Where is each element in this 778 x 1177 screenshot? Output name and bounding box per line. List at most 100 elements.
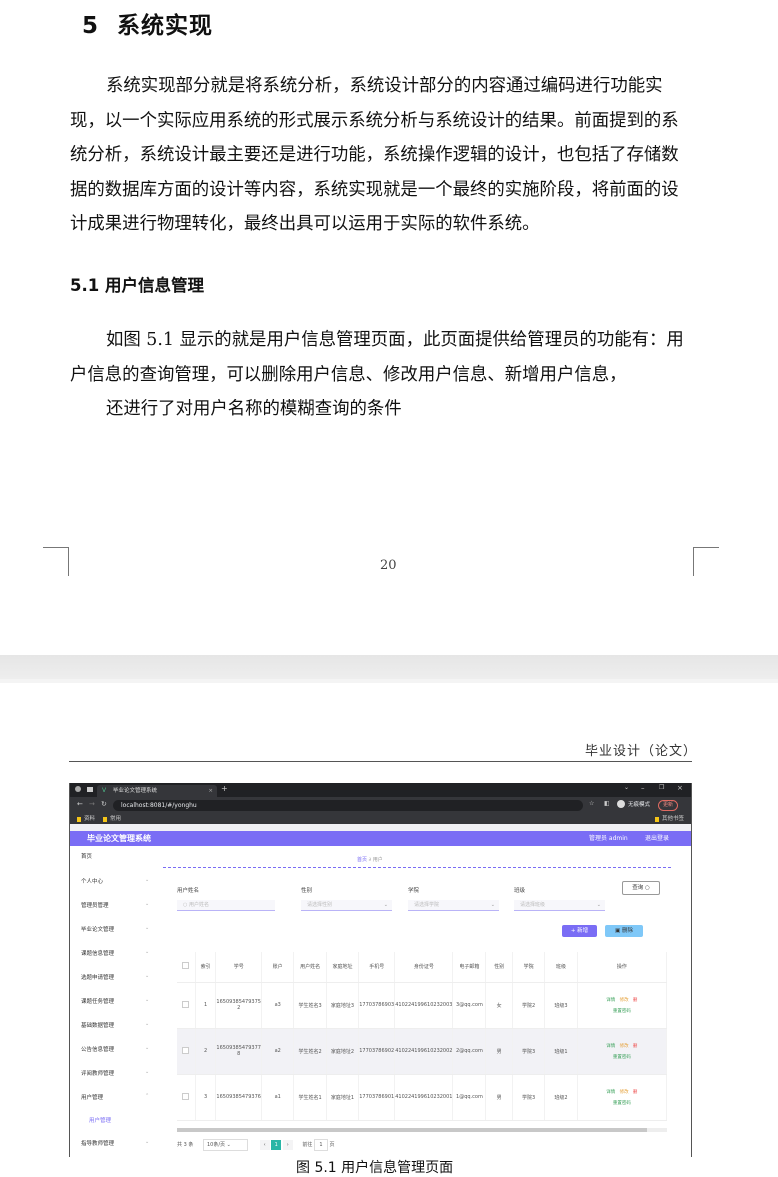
gender-select[interactable]: 请选择性别 ⌄	[301, 900, 392, 911]
intro-line: 计成果进行物理转化，最终出具可以运用于实际的软件系统。	[70, 214, 540, 234]
page-size-value: 10条/页	[206, 1142, 226, 1148]
update-button[interactable]: 更新	[658, 800, 679, 811]
sidebar-item-notices[interactable]: 公告信息管理 ⌄	[81, 1045, 149, 1053]
sidebar-item-profile[interactable]: 个人中心 ⌄	[81, 877, 149, 885]
column-header[interactable]: 性别	[485, 952, 513, 983]
figure-caption: 图 5.1 用户信息管理页面	[296, 1160, 454, 1176]
page-number-current[interactable]: 1	[271, 1140, 282, 1150]
sidebar-item-label: 课题任务管理	[81, 999, 115, 1005]
column-header[interactable]: 学号	[215, 952, 262, 983]
reset-password-button[interactable]: 重置密码	[613, 1009, 631, 1014]
url-field[interactable]: localhost:8081/#/yonghu	[113, 800, 583, 811]
username-search-input[interactable]: ○ 用户姓名	[177, 900, 275, 911]
chevron-down-icon: ⌄	[490, 902, 495, 908]
goto-page-input[interactable]: 1	[313, 1139, 328, 1151]
sidebar-item-applications[interactable]: 选题申请管理 ⌄	[81, 973, 149, 981]
sidebar-item-supervisors[interactable]: 指导教师管理 ⌄	[81, 1139, 149, 1147]
row-checkbox[interactable]	[177, 1028, 196, 1075]
sidebar-subitem-users[interactable]: 用户管理	[89, 1116, 111, 1124]
browser-menu-icon[interactable]	[75, 786, 81, 792]
vue-logo-icon: V	[102, 787, 107, 794]
bookmark-other[interactable]: 其他书签	[662, 814, 684, 824]
edit-button[interactable]: 修改	[620, 1044, 629, 1049]
sidepanel-icon[interactable]: ◧	[604, 800, 610, 807]
column-header[interactable]: 电子邮箱	[452, 952, 487, 983]
goto-prefix: 前往	[302, 1142, 313, 1148]
bookmark-item[interactable]: 常用	[110, 814, 121, 824]
reload-icon[interactable]: ↻	[101, 800, 107, 808]
bookmark-item[interactable]: 资料	[84, 814, 95, 824]
cell-address: 家庭地址2	[326, 1028, 360, 1075]
intro-line: 统分析，系统设计最主要还是进行功能，系统操作逻辑的设计，也包括了存储数	[70, 145, 679, 165]
edit-button[interactable]: 修改	[620, 998, 629, 1003]
chevron-down-icon: ⌄	[596, 902, 601, 908]
button-label: 删除	[621, 928, 633, 934]
detail-button[interactable]: 详情	[606, 998, 615, 1003]
row-checkbox[interactable]	[177, 1074, 196, 1121]
tab-search-icon[interactable]	[87, 787, 93, 792]
cell-class: 班级2	[544, 1074, 578, 1121]
row-delete-button[interactable]: 删	[633, 1044, 638, 1049]
logout-link[interactable]: 退出登录	[645, 831, 669, 846]
chevron-down-icon: ⌄	[145, 1021, 150, 1027]
sidebar-item-users[interactable]: 用户管理 ⌃	[81, 1093, 149, 1101]
scrollbar-thumb[interactable]	[177, 1128, 647, 1132]
cell-idcard: 410224199610232002	[394, 1028, 454, 1075]
breadcrumb-home[interactable]: 首页	[357, 857, 367, 863]
next-page-icon[interactable]: ›	[282, 1140, 293, 1150]
column-header[interactable]: 用户姓名	[293, 952, 327, 983]
college-select[interactable]: 请选择学院 ⌄	[408, 900, 499, 911]
add-button[interactable]: + 新增	[562, 925, 597, 937]
forward-icon[interactable]: →	[89, 800, 95, 808]
sidebar-item-tasks[interactable]: 课题任务管理 ⌄	[81, 997, 149, 1005]
browser-tab[interactable]: V 毕业论文管理系统 ×	[97, 785, 217, 797]
chevron-down-icon: ⌄	[145, 1045, 150, 1051]
incognito-icon[interactable]	[617, 800, 625, 808]
row-delete-button[interactable]: 删	[633, 1090, 638, 1095]
sidebar-item-basedata[interactable]: 基础数据管理 ⌄	[81, 1021, 149, 1029]
sidebar-item-thesis[interactable]: 毕业论文管理 ⌄	[81, 925, 149, 933]
detail-button[interactable]: 详情	[606, 1090, 615, 1095]
close-window-icon[interactable]: ×	[677, 784, 683, 792]
select-all-checkbox[interactable]	[177, 952, 196, 983]
cell-phone: 17703786901	[358, 1074, 396, 1121]
search-button[interactable]: 查询 ○	[622, 881, 660, 895]
section-line: 户信息的查询管理，可以删除用户信息、修改用户信息、新增用户信息，	[70, 364, 627, 385]
section-line: 如图 5.1 显示的就是用户信息管理页面，此页面提供给管理员的功能有：用	[106, 330, 684, 350]
pagination: 共 3 条 10条/页 ⌄ ‹ 1 › 前往 1 页	[177, 1139, 335, 1151]
tab-list-icon[interactable]: ⌄	[624, 784, 629, 791]
cell-student-id: 16509385479375 2	[215, 982, 262, 1029]
intro-line: 系统实现部分就是将系统分析，系统设计部分的内容通过编码进行功能实	[106, 76, 663, 96]
delete-button[interactable]: ▣ 删除	[605, 925, 643, 937]
column-header[interactable]: 学院	[512, 952, 546, 983]
column-header[interactable]: 账户	[261, 952, 295, 983]
column-header[interactable]: 手机号	[358, 952, 396, 983]
reset-password-button[interactable]: 重置密码	[613, 1101, 631, 1106]
detail-button[interactable]: 详情	[606, 1044, 615, 1049]
tab-close-icon[interactable]: ×	[208, 785, 213, 797]
minimize-icon[interactable]: –	[641, 784, 645, 792]
reset-password-button[interactable]: 重置密码	[613, 1055, 631, 1060]
column-header[interactable]: 班级	[544, 952, 578, 983]
sidebar-item-reviewers[interactable]: 评阅教师管理 ⌄	[81, 1069, 149, 1077]
new-tab-icon[interactable]: +	[221, 784, 228, 793]
sidebar-item-topics[interactable]: 课题信息管理 ⌄	[81, 949, 149, 957]
profile-label[interactable]: 无痕模式	[628, 800, 650, 808]
class-select[interactable]: 请选择班级 ⌄	[514, 900, 605, 911]
cell-gender: 男	[485, 1028, 513, 1075]
back-icon[interactable]: ←	[77, 800, 83, 808]
edit-button[interactable]: 修改	[620, 1090, 629, 1095]
sidebar-item-admins[interactable]: 管理员管理 ⌄	[81, 901, 149, 909]
restore-icon[interactable]: ❐	[659, 784, 664, 791]
horizontal-scrollbar[interactable]	[177, 1128, 667, 1132]
bookmark-star-icon[interactable]: ☆	[589, 800, 594, 807]
column-header[interactable]: 身份证号	[394, 952, 454, 983]
page-size-select[interactable]: 10条/页 ⌄	[202, 1139, 248, 1151]
prev-page-icon[interactable]: ‹	[259, 1140, 270, 1150]
row-delete-button[interactable]: 删	[633, 998, 638, 1003]
row-checkbox[interactable]	[177, 982, 196, 1029]
cell-address: 家庭地址1	[326, 1074, 360, 1121]
column-header[interactable]: 家庭地址	[326, 952, 360, 983]
sidebar-item-home[interactable]: 首页	[81, 852, 92, 860]
sidebar-item-label: 课题信息管理	[81, 951, 115, 957]
